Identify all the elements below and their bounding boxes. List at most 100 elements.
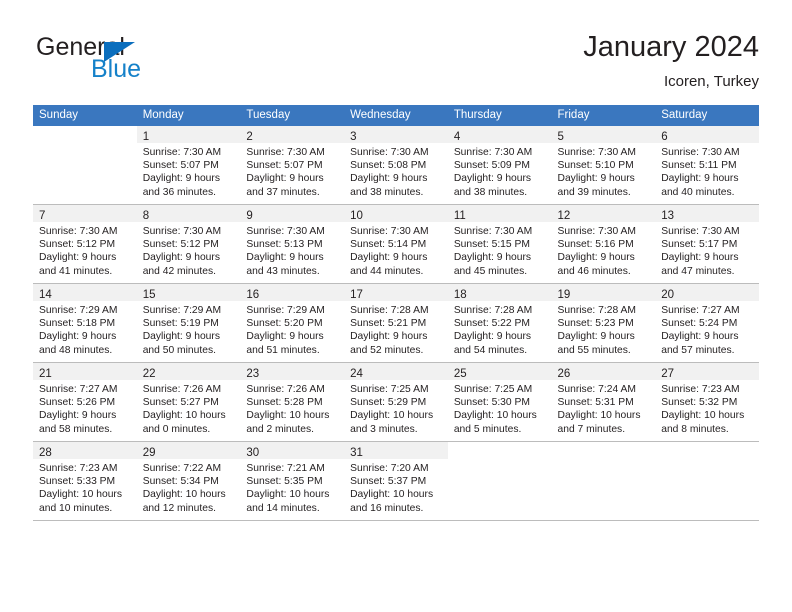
day-number: 14 bbox=[39, 289, 52, 301]
daylight-text: and 7 minutes. bbox=[557, 423, 626, 435]
calendar-day-cell[interactable]: 20 Sunrise: 7:27 AM Sunset: 5:24 PM Dayligh… bbox=[655, 283, 759, 363]
day-number: 28 bbox=[39, 447, 52, 459]
sunset-text: Sunset: 5:27 PM bbox=[142, 397, 219, 409]
calendar-day-cell[interactable]: 11 Sunrise: 7:30 AM Sunset: 5:15 PM Dayligh… bbox=[447, 204, 552, 284]
sunset-text: Sunset: 5:22 PM bbox=[453, 318, 530, 330]
daylight-text: and 14 minutes. bbox=[246, 502, 320, 514]
day-number-bar bbox=[552, 442, 656, 459]
daylight-text: Daylight: 9 hours bbox=[142, 252, 220, 264]
sunrise-text: Sunrise: 7:30 AM bbox=[142, 226, 222, 237]
calendar-day-cell[interactable]: 14 Sunrise: 7:29 AM Sunset: 5:18 PM Dayligh… bbox=[33, 283, 137, 363]
calendar-day-cell[interactable]: 17 Sunrise: 7:28 AM Sunset: 5:21 PM Dayligh… bbox=[344, 283, 448, 363]
day-number: 17 bbox=[350, 289, 363, 301]
daylight-text: and 47 minutes. bbox=[661, 265, 735, 277]
day-details bbox=[448, 459, 552, 462]
calendar-day-cell[interactable]: 7 Sunrise: 7:30 AM Sunset: 5:12 PM Daylight… bbox=[33, 204, 137, 284]
day-number: 3 bbox=[350, 131, 357, 143]
sunset-text: Sunset: 5:18 PM bbox=[39, 318, 116, 330]
daylight-text: Daylight: 9 hours bbox=[557, 331, 635, 343]
calendar-day-cell[interactable]: 24 Sunrise: 7:25 AM Sunset: 5:29 PM Dayligh… bbox=[344, 362, 448, 442]
weekday-header-monday: Monday bbox=[136, 105, 241, 126]
calendar-day-cell[interactable]: 21 Sunrise: 7:27 AM Sunset: 5:26 PM Dayligh… bbox=[33, 362, 137, 442]
sunrise-text: Sunrise: 7:27 AM bbox=[39, 384, 118, 395]
day-number-bar: 29 bbox=[136, 442, 241, 459]
day-number-bar: 4 bbox=[447, 126, 552, 143]
day-number: 7 bbox=[39, 210, 46, 222]
calendar-day-cell[interactable]: 28 Sunrise: 7:23 AM Sunset: 5:33 PM Dayligh… bbox=[33, 441, 137, 521]
day-details: Sunrise: 7:23 AM Sunset: 5:33 PM Daylight:… bbox=[33, 459, 137, 515]
daylight-text: and 41 minutes. bbox=[39, 265, 113, 277]
calendar-day-cell[interactable]: 23 Sunrise: 7:26 AM Sunset: 5:28 PM Dayligh… bbox=[240, 362, 345, 442]
daylight-text: Daylight: 9 hours bbox=[350, 173, 428, 185]
daylight-text: Daylight: 9 hours bbox=[142, 331, 220, 343]
calendar-day-cell[interactable]: 18 Sunrise: 7:28 AM Sunset: 5:22 PM Dayligh… bbox=[447, 283, 552, 363]
calendar-day-cell[interactable]: 27 Sunrise: 7:23 AM Sunset: 5:32 PM Dayligh… bbox=[655, 362, 759, 442]
day-details: Sunrise: 7:26 AM Sunset: 5:27 PM Daylight:… bbox=[137, 380, 241, 436]
calendar-cell-inner: 9 Sunrise: 7:30 AM Sunset: 5:13 PM Daylight… bbox=[240, 205, 345, 283]
sunrise-text: Sunrise: 7:25 AM bbox=[453, 384, 533, 395]
day-number-bar: 3 bbox=[344, 126, 448, 143]
calendar-day-cell[interactable]: 15 Sunrise: 7:29 AM Sunset: 5:19 PM Dayligh… bbox=[136, 283, 241, 363]
day-number: 30 bbox=[246, 447, 260, 459]
sunset-text: Sunset: 5:29 PM bbox=[350, 397, 427, 409]
day-number-bar: 30 bbox=[240, 442, 345, 459]
day-number: 9 bbox=[246, 210, 253, 222]
day-details: Sunrise: 7:30 AM Sunset: 5:15 PM Daylight:… bbox=[448, 222, 552, 278]
calendar-day-cell[interactable]: 4 Sunrise: 7:30 AM Sunset: 5:09 PM Daylight… bbox=[447, 126, 552, 205]
sunset-text: Sunset: 5:19 PM bbox=[142, 318, 219, 330]
day-details: Sunrise: 7:24 AM Sunset: 5:31 PM Daylight:… bbox=[552, 380, 656, 436]
calendar-day-cell[interactable]: 29 Sunrise: 7:22 AM Sunset: 5:34 PM Dayligh… bbox=[136, 441, 241, 521]
daylight-text: Daylight: 9 hours bbox=[39, 331, 117, 343]
day-details: Sunrise: 7:26 AM Sunset: 5:28 PM Daylight:… bbox=[240, 380, 344, 436]
calendar-day-cell[interactable]: 22 Sunrise: 7:26 AM Sunset: 5:27 PM Dayligh… bbox=[136, 362, 241, 442]
day-number-bar: 24 bbox=[344, 363, 448, 380]
daylight-text: and 40 minutes. bbox=[661, 186, 735, 198]
day-details: Sunrise: 7:30 AM Sunset: 5:12 PM Daylight:… bbox=[33, 222, 137, 278]
sunrise-text: Sunrise: 7:30 AM bbox=[661, 226, 740, 237]
day-number-bar: 5 bbox=[551, 126, 656, 143]
day-number: 16 bbox=[246, 289, 260, 301]
calendar-day-cell[interactable]: 3 Sunrise: 7:30 AM Sunset: 5:08 PM Daylight… bbox=[344, 126, 448, 205]
daylight-text: Daylight: 10 hours bbox=[142, 410, 226, 422]
calendar-day-cell[interactable]: 9 Sunrise: 7:30 AM Sunset: 5:13 PM Daylight… bbox=[240, 204, 345, 284]
sunset-text: Sunset: 5:34 PM bbox=[142, 476, 219, 488]
daylight-text: and 3 minutes. bbox=[350, 423, 418, 435]
day-number-bar: 17 bbox=[344, 284, 448, 301]
daylight-text: Daylight: 10 hours bbox=[142, 489, 226, 501]
weekday-header-thursday: Thursday bbox=[447, 105, 552, 126]
calendar-cell-inner: 11 Sunrise: 7:30 AM Sunset: 5:15 PM Dayligh… bbox=[447, 205, 552, 283]
calendar-day-cell[interactable]: 31 Sunrise: 7:20 AM Sunset: 5:37 PM Dayligh… bbox=[344, 441, 448, 521]
calendar-day-cell[interactable]: 25 Sunrise: 7:25 AM Sunset: 5:30 PM Dayligh… bbox=[447, 362, 552, 442]
calendar-cell-inner: 18 Sunrise: 7:28 AM Sunset: 5:22 PM Dayligh… bbox=[447, 284, 552, 362]
calendar-day-cell[interactable]: 19 Sunrise: 7:28 AM Sunset: 5:23 PM Dayligh… bbox=[551, 283, 656, 363]
calendar-day-cell[interactable]: 12 Sunrise: 7:30 AM Sunset: 5:16 PM Dayligh… bbox=[551, 204, 656, 284]
calendar-day-cell[interactable]: 26 Sunrise: 7:24 AM Sunset: 5:31 PM Dayligh… bbox=[551, 362, 656, 442]
weekday-header-tuesday: Tuesday bbox=[240, 105, 345, 126]
calendar-week-row: 1 Sunrise: 7:30 AM Sunset: 5:07 PM Daylight… bbox=[33, 126, 759, 205]
sunrise-text: Sunrise: 7:30 AM bbox=[453, 226, 533, 237]
day-details: Sunrise: 7:30 AM Sunset: 5:09 PM Daylight:… bbox=[448, 143, 552, 199]
calendar-cell-inner: 24 Sunrise: 7:25 AM Sunset: 5:29 PM Dayligh… bbox=[344, 363, 448, 441]
sunset-text: Sunset: 5:33 PM bbox=[39, 476, 116, 488]
calendar-cell-inner: 3 Sunrise: 7:30 AM Sunset: 5:08 PM Daylight… bbox=[344, 126, 448, 204]
sunset-text: Sunset: 5:31 PM bbox=[557, 397, 634, 409]
day-number: 26 bbox=[557, 368, 571, 380]
day-number: 4 bbox=[453, 131, 461, 143]
calendar-day-cell[interactable]: 6 Sunrise: 7:30 AM Sunset: 5:11 PM Daylight… bbox=[655, 126, 759, 205]
calendar-day-cell[interactable]: 30 Sunrise: 7:21 AM Sunset: 5:35 PM Dayligh… bbox=[240, 441, 345, 521]
daylight-text: Daylight: 9 hours bbox=[453, 252, 532, 264]
sunset-text: Sunset: 5:08 PM bbox=[350, 160, 427, 172]
daylight-text: and 38 minutes. bbox=[350, 186, 424, 198]
calendar-day-cell[interactable]: 2 Sunrise: 7:30 AM Sunset: 5:07 PM Daylight… bbox=[240, 126, 345, 205]
daylight-text: and 54 minutes. bbox=[453, 344, 528, 356]
day-details: Sunrise: 7:30 AM Sunset: 5:07 PM Daylight:… bbox=[137, 143, 241, 199]
calendar-day-cell[interactable]: 10 Sunrise: 7:30 AM Sunset: 5:14 PM Dayligh… bbox=[344, 204, 448, 284]
calendar-day-cell[interactable]: 1 Sunrise: 7:30 AM Sunset: 5:07 PM Daylight… bbox=[136, 126, 241, 205]
calendar-cell-inner: 6 Sunrise: 7:30 AM Sunset: 5:11 PM Daylight… bbox=[655, 126, 759, 204]
calendar-day-cell[interactable]: 8 Sunrise: 7:30 AM Sunset: 5:12 PM Daylight… bbox=[136, 204, 241, 284]
day-number-bar: 9 bbox=[240, 205, 345, 222]
day-number: 15 bbox=[142, 289, 156, 301]
calendar-day-cell[interactable]: 13 Sunrise: 7:30 AM Sunset: 5:17 PM Dayligh… bbox=[655, 204, 759, 284]
calendar-day-cell[interactable]: 16 Sunrise: 7:29 AM Sunset: 5:20 PM Dayligh… bbox=[240, 283, 345, 363]
calendar-day-cell[interactable]: 5 Sunrise: 7:30 AM Sunset: 5:10 PM Daylight… bbox=[551, 126, 656, 205]
